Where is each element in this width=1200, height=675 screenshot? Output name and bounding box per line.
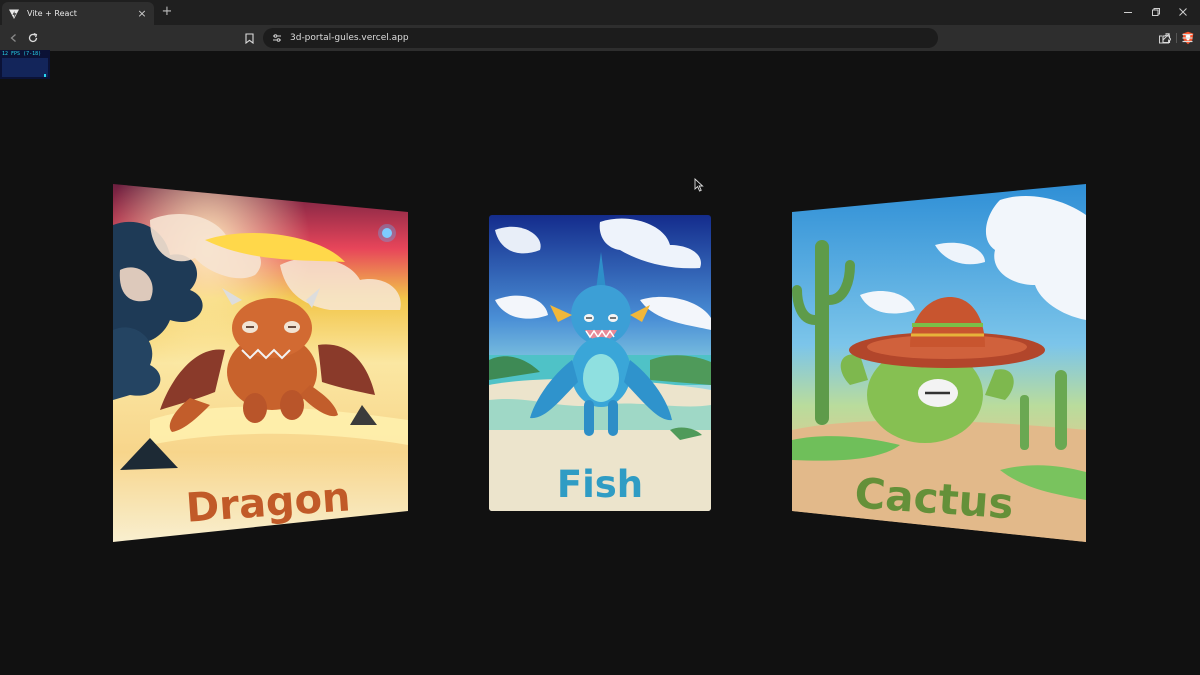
portal-card-cactus[interactable]: Cactus xyxy=(792,184,1086,542)
portal-card-dragon[interactable]: Dragon xyxy=(113,184,408,544)
portal-card-fish[interactable]: Fish xyxy=(489,215,711,511)
portal-title-fish: Fish xyxy=(557,463,643,506)
portal-canvas[interactable]: Dragon Fish Cactus xyxy=(0,0,1200,675)
mouse-cursor-icon xyxy=(694,178,704,192)
